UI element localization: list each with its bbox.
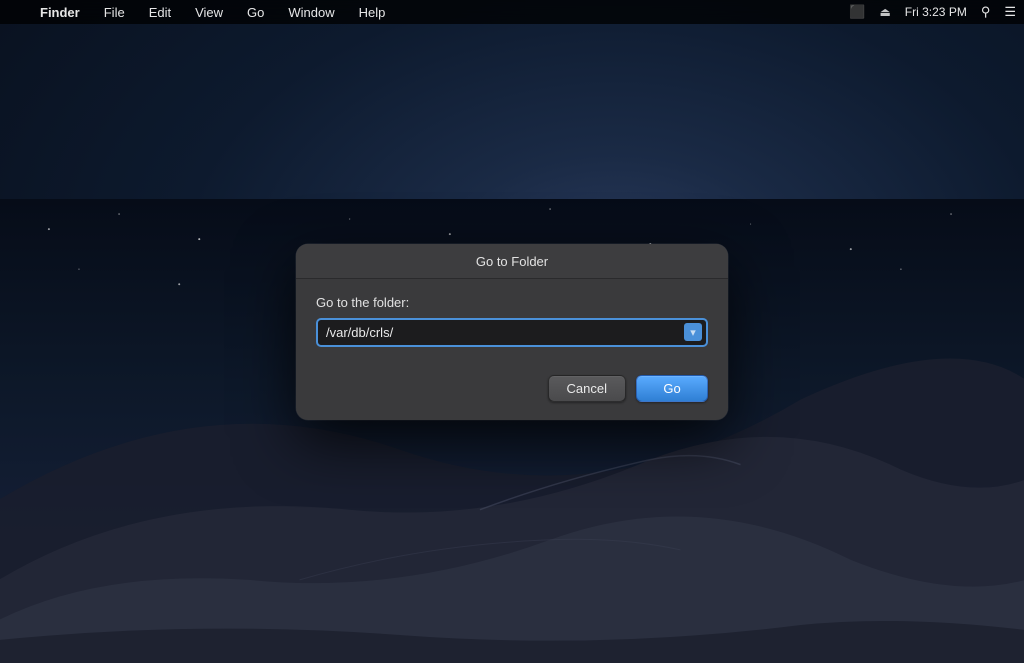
cancel-button[interactable]: Cancel	[548, 375, 626, 402]
dialog-title: Go to Folder	[296, 244, 728, 279]
dialog-label: Go to the folder:	[316, 295, 708, 310]
folder-input-wrapper: ▾	[316, 318, 708, 347]
dialog-buttons: Cancel Go	[296, 365, 728, 420]
desktop: Finder File Edit View Go Window Help ⬛ ⏏…	[0, 0, 1024, 663]
go-button[interactable]: Go	[636, 375, 708, 402]
go-to-folder-dialog: Go to Folder Go to the folder: ▾ Cancel …	[296, 244, 728, 420]
folder-path-input[interactable]	[316, 318, 708, 347]
dialog-overlay: Go to Folder Go to the folder: ▾ Cancel …	[0, 0, 1024, 663]
dialog-body: Go to the folder: ▾	[296, 279, 728, 365]
